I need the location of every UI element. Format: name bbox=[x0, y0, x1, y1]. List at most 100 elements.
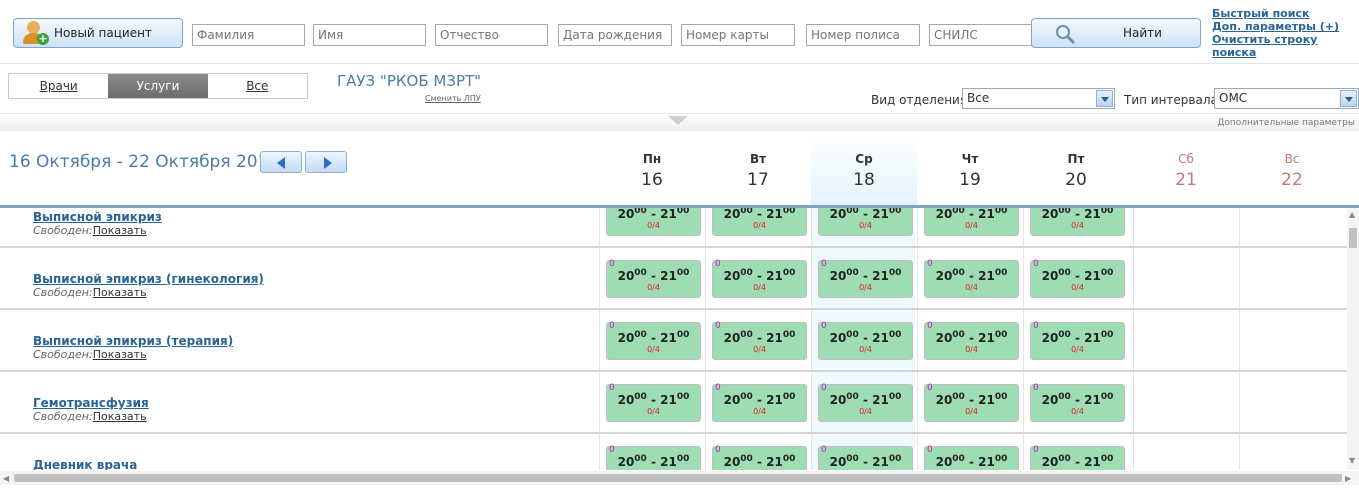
find-button[interactable]: Найти bbox=[1031, 18, 1201, 48]
interval-type-select[interactable]: ОМС bbox=[1214, 88, 1359, 109]
show-link[interactable]: Показать bbox=[93, 224, 147, 237]
slot-start-minute: 00 bbox=[846, 454, 859, 464]
time-slot[interactable]: 0 2000 - 2100 0/4 bbox=[818, 445, 913, 470]
service-name-link[interactable]: Выписной эпикриз bbox=[33, 210, 162, 224]
scroll-down-icon[interactable]: ▼ bbox=[1349, 456, 1355, 465]
time-slot[interactable]: 0 2000 - 2100 0/4 bbox=[606, 208, 701, 236]
slot-count: 0/4 bbox=[859, 345, 872, 354]
patronymic-field[interactable] bbox=[435, 24, 548, 46]
slot-start-hour: 20 bbox=[829, 331, 847, 345]
slot-badge: 0 bbox=[1033, 321, 1039, 331]
slot-start-minute: 00 bbox=[1058, 208, 1071, 216]
department-select[interactable]: Все bbox=[962, 88, 1115, 109]
quick-search-link[interactable]: Быстрый поиск bbox=[1212, 7, 1359, 20]
time-slot[interactable]: 0 2000 - 2100 0/4 bbox=[606, 383, 701, 422]
clear-search-link[interactable]: Очистить строку поиска bbox=[1212, 33, 1359, 59]
vertical-scrollbar[interactable]: ▲ ▼ bbox=[1347, 208, 1359, 470]
service-name-link[interactable]: Дневник врача bbox=[33, 458, 137, 470]
horizontal-scrollbar[interactable]: ◀ ▶ bbox=[0, 471, 1359, 485]
dropdown-arrow-icon[interactable] bbox=[1340, 90, 1357, 107]
show-link[interactable]: Показать bbox=[93, 286, 147, 299]
slot-end-minute: 00 bbox=[994, 208, 1008, 216]
slot-end-hour: 21 bbox=[660, 455, 677, 469]
time-slot[interactable]: 0 2000 - 2100 0/4 bbox=[606, 321, 701, 360]
show-link[interactable]: Показать bbox=[93, 410, 147, 423]
time-slot[interactable]: 0 2000 - 2100 0/4 bbox=[712, 259, 807, 298]
tab-doctors[interactable]: Врачи bbox=[9, 74, 108, 98]
time-slot[interactable]: 0 2000 - 2100 0/4 bbox=[1030, 208, 1125, 236]
time-slot[interactable]: 0 2000 - 2100 0/4 bbox=[1030, 259, 1125, 298]
dropdown-arrow-icon[interactable] bbox=[1096, 90, 1113, 107]
last-name-field[interactable] bbox=[192, 24, 305, 46]
scroll-thumb[interactable] bbox=[14, 474, 1342, 482]
time-slot[interactable]: 0 2000 - 2100 0/4 bbox=[924, 208, 1019, 236]
show-link[interactable]: Показать bbox=[93, 348, 147, 361]
slot-end-minute: 00 bbox=[994, 454, 1008, 464]
time-slot[interactable]: 0 2000 - 2100 0/4 bbox=[818, 208, 913, 236]
new-patient-button[interactable]: + Новый пациент bbox=[13, 18, 183, 48]
time-slot[interactable]: 0 2000 - 2100 0/4 bbox=[818, 259, 913, 298]
scroll-up-icon[interactable]: ▲ bbox=[1349, 210, 1355, 219]
date-range: 16 Октября - 22 Октября 2017 bbox=[9, 152, 280, 172]
service-name-link[interactable]: Гемотрансфузия bbox=[33, 396, 149, 410]
time-slot[interactable]: 0 2000 - 2100 0/4 bbox=[712, 383, 807, 422]
expand-bar[interactable]: Дополнительные параметры bbox=[0, 113, 1359, 131]
free-label: Свободен: bbox=[33, 224, 93, 237]
slot-badge: 0 bbox=[715, 445, 721, 455]
time-slot[interactable]: 0 2000 - 2100 0/4 bbox=[924, 383, 1019, 422]
time-slot[interactable]: 0 2000 - 2100 0/4 bbox=[712, 321, 807, 360]
chevron-down-icon[interactable] bbox=[668, 116, 688, 125]
time-slot[interactable]: 0 2000 - 2100 0/4 bbox=[1030, 383, 1125, 422]
extra-params-label[interactable]: Дополнительные параметры bbox=[1217, 118, 1355, 128]
time-slot[interactable]: 0 2000 - 2100 0/4 bbox=[818, 321, 913, 360]
slot-count: 0/4 bbox=[1071, 407, 1084, 416]
slot-badge: 0 bbox=[715, 383, 721, 393]
slot-count: 0/4 bbox=[859, 283, 872, 292]
card-number-field[interactable] bbox=[681, 24, 795, 46]
slot-start-minute: 00 bbox=[634, 208, 647, 216]
slot-end-minute: 00 bbox=[994, 268, 1008, 278]
time-slot[interactable]: 0 2000 - 2100 0/4 bbox=[924, 445, 1019, 470]
service-name-link[interactable]: Выписной эпикриз (терапия) bbox=[33, 334, 233, 348]
day-date: 20 bbox=[1065, 170, 1087, 190]
day-name: Вс bbox=[1284, 152, 1300, 166]
time-slot[interactable]: 0 2000 - 2100 0/4 bbox=[924, 259, 1019, 298]
time-slot[interactable]: 0 2000 - 2100 0/4 bbox=[712, 208, 807, 236]
free-label: Свободен: bbox=[33, 286, 93, 299]
slot-count: 0/4 bbox=[607, 469, 700, 470]
slot-badge: 0 bbox=[927, 321, 933, 331]
scroll-left-icon[interactable]: ◀ bbox=[3, 474, 9, 483]
extra-params-link[interactable]: Доп. параметры (+) bbox=[1212, 20, 1359, 33]
birth-date-field[interactable] bbox=[558, 24, 672, 46]
day-name: Пт bbox=[1067, 152, 1085, 166]
tab-services[interactable]: Услуги bbox=[108, 74, 208, 98]
interval-type-value: ОМС bbox=[1219, 91, 1248, 105]
day-date: 21 bbox=[1175, 170, 1197, 190]
slot-start-minute: 00 bbox=[740, 392, 753, 402]
change-lpu-link[interactable]: Сменить ЛПУ bbox=[425, 94, 481, 103]
time-slot[interactable]: 0 2000 - 2100 0/4 bbox=[1030, 321, 1125, 360]
service-row: Выписной эпикриз (гинекология) Свободен:… bbox=[0, 248, 1347, 310]
free-label: Свободен: bbox=[33, 410, 93, 423]
service-name-link[interactable]: Выписной эпикриз (гинекология) bbox=[33, 272, 264, 286]
slot-badge: 0 bbox=[715, 259, 721, 269]
time-slot[interactable]: 0 2000 - 2100 0/4 bbox=[924, 321, 1019, 360]
time-slot[interactable]: 0 2000 - 2100 0/4 bbox=[818, 383, 913, 422]
tab-all[interactable]: Все bbox=[208, 74, 307, 98]
slot-start-minute: 00 bbox=[634, 392, 647, 402]
time-slot[interactable]: 0 2000 - 2100 0/4 bbox=[606, 445, 701, 470]
slot-start-hour: 20 bbox=[935, 269, 953, 283]
first-name-field[interactable] bbox=[313, 24, 426, 46]
snils-field[interactable] bbox=[929, 24, 1043, 46]
time-slot[interactable]: 0 2000 - 2100 0/4 bbox=[1030, 445, 1125, 470]
time-slot[interactable]: 0 2000 - 2100 0/4 bbox=[606, 259, 701, 298]
time-slot[interactable]: 0 2000 - 2100 0/4 bbox=[712, 445, 807, 470]
prev-week-button[interactable] bbox=[260, 151, 302, 173]
scroll-thumb[interactable] bbox=[1349, 228, 1357, 248]
policy-number-field[interactable] bbox=[806, 24, 920, 46]
slot-end-minute: 00 bbox=[994, 330, 1008, 340]
slot-end-minute: 00 bbox=[888, 454, 902, 464]
next-week-button[interactable] bbox=[305, 151, 347, 173]
scroll-right-icon[interactable]: ▶ bbox=[1345, 474, 1351, 483]
slot-start-hour: 20 bbox=[829, 393, 847, 407]
